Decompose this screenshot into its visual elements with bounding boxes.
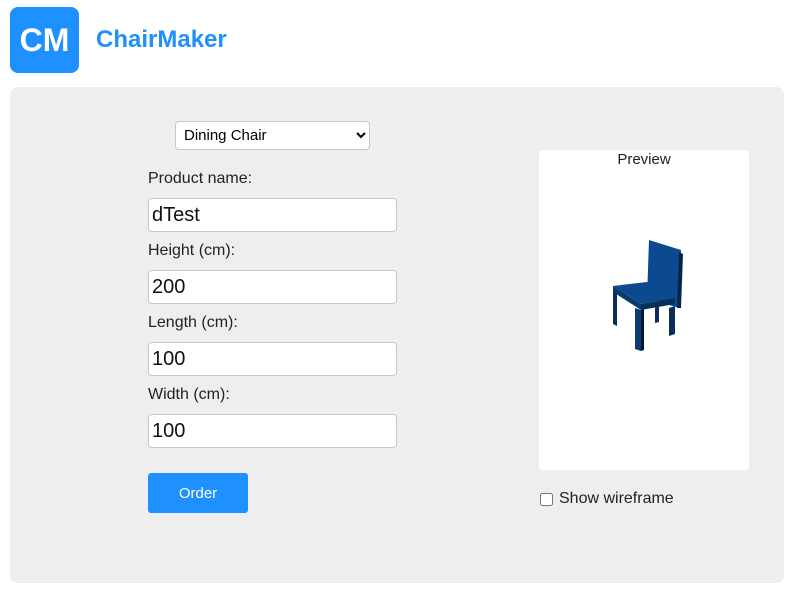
- wireframe-checkbox[interactable]: [540, 492, 553, 506]
- length-label: Length (cm):: [148, 314, 238, 331]
- preview-canvas[interactable]: Preview: [539, 150, 749, 470]
- length-input[interactable]: [148, 342, 397, 376]
- product-name-input[interactable]: [148, 198, 397, 232]
- width-label: Width (cm):: [148, 386, 230, 403]
- preview-title: Preview: [617, 151, 671, 168]
- wireframe-toggle[interactable]: Show wireframe: [539, 490, 674, 508]
- product-name-label: Product name:: [148, 170, 253, 187]
- width-input[interactable]: [148, 414, 397, 448]
- chair-type-select[interactable]: Dining Chair: [175, 121, 370, 150]
- height-label: Height (cm):: [148, 242, 236, 259]
- chair-model-icon: [613, 240, 683, 351]
- height-input[interactable]: [148, 270, 397, 304]
- logo-text: CM: [19, 21, 70, 58]
- order-button[interactable]: Order: [148, 473, 248, 513]
- app-logo: CM: [10, 7, 79, 73]
- app-title: ChairMaker: [96, 26, 227, 53]
- wireframe-label: Show wireframe: [559, 490, 674, 507]
